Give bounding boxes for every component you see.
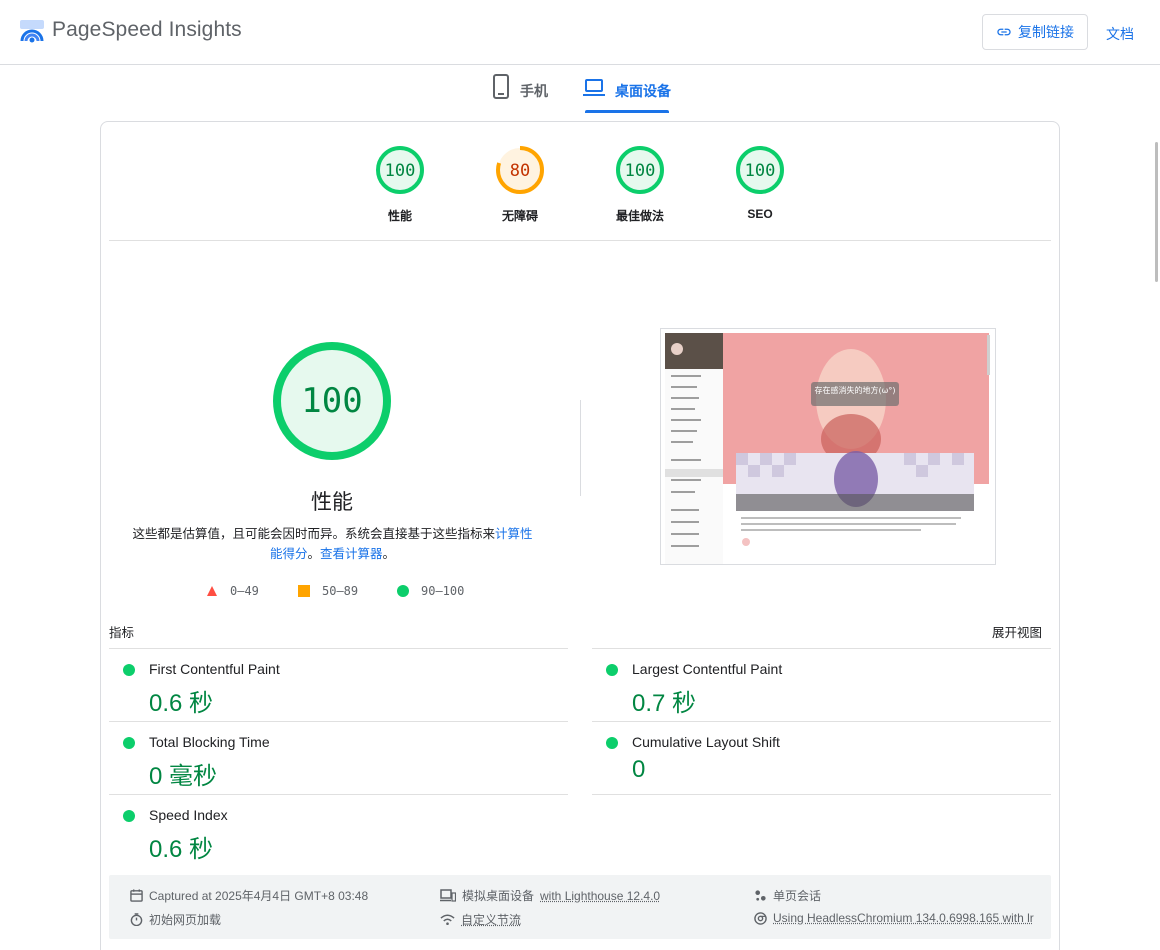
tab-mobile[interactable]: 手机 — [492, 74, 548, 114]
performance-description: 这些都是估算值，且可能会因时而异。系统会直接基于这些指标来计算性能得分。查看计算… — [130, 524, 535, 564]
performance-gauge-large: 100 — [272, 341, 392, 461]
active-tab-indicator — [585, 110, 669, 113]
metric-speed-index: Speed Index 0.6 秒 — [109, 794, 568, 867]
square-icon — [298, 585, 310, 597]
page-scrollbar[interactable] — [1155, 142, 1158, 282]
lighthouse-version-link[interactable]: with Lighthouse 12.4.0 — [540, 889, 660, 903]
legend-range: 0–49 — [230, 584, 259, 598]
gauge-label: 无障碍 — [470, 207, 570, 224]
desc-text: 这些都是估算值，且可能会因时而异。系统会直接基于这些指标来 — [132, 527, 495, 541]
emulation-info: 模拟桌面设备 with Lighthouse 12.4.0 — [440, 887, 660, 904]
metric-tbt: Total Blocking Time 0 毫秒 — [109, 721, 568, 794]
gauge-score: 100 — [745, 161, 776, 181]
expand-view-toggle[interactable]: 展开视图 — [992, 622, 1042, 641]
captured-text: Captured at 2025年4月4日 GMT+8 03:48 — [149, 887, 368, 904]
gauge-label: 性能 — [350, 207, 450, 224]
session-info: 单页会话 — [754, 887, 821, 904]
gauge-score: 100 — [625, 161, 656, 181]
browser-version-link[interactable]: Using HeadlessChromium 134.0.6998.165 wi… — [773, 911, 1034, 925]
metric-value: 0 毫秒 — [149, 756, 217, 791]
gauge-score: 80 — [510, 161, 530, 181]
desc-mid: 。 — [307, 547, 320, 561]
metrics-heading: 指标 — [109, 622, 134, 641]
legend-range: 50–89 — [322, 584, 358, 598]
tab-desktop[interactable]: 桌面设备 — [583, 74, 671, 114]
legend-pass: 90–100 — [397, 584, 464, 598]
gauge-label: 最佳做法 — [590, 207, 690, 224]
emulation-text: 模拟桌面设备 — [462, 887, 534, 904]
link-icon — [996, 24, 1012, 40]
legend-range: 90–100 — [421, 584, 464, 598]
section-divider — [109, 240, 1051, 241]
gauge-accessibility[interactable]: 80 无障碍 — [470, 145, 570, 224]
screenshot-image: 存在感消失的地方(ω°) — [661, 329, 996, 565]
metric-name: First Contentful Paint — [149, 661, 280, 677]
timer-icon — [130, 913, 143, 926]
metric-value: 0 — [632, 756, 645, 784]
pass-circle-icon — [606, 737, 618, 749]
legend-fail: 0–49 — [206, 584, 259, 598]
gauge-score: 100 — [385, 161, 416, 181]
circle-icon — [397, 585, 409, 597]
metric-fcp: First Contentful Paint 0.6 秒 — [109, 648, 568, 721]
metric-name: Largest Contentful Paint — [632, 661, 782, 677]
final-screenshot[interactable]: 存在感消失的地方(ω°) — [660, 328, 996, 565]
initial-load-text: 初始网页加载 — [149, 911, 221, 928]
pagespeed-logo-icon[interactable] — [19, 19, 45, 43]
gauge-best-practices[interactable]: 100 最佳做法 — [590, 145, 690, 224]
throttling-info: 自定义节流 — [440, 911, 521, 928]
metric-name: Cumulative Layout Shift — [632, 734, 780, 750]
view-calculator-link[interactable]: 查看计算器 — [320, 547, 383, 561]
captured-info: Captured at 2025年4月4日 GMT+8 03:48 — [130, 887, 368, 904]
metric-name: Speed Index — [149, 807, 228, 823]
session-text: 单页会话 — [773, 887, 821, 904]
metric-cls: Cumulative Layout Shift 0 — [592, 721, 1051, 794]
gauge-label: SEO — [710, 207, 810, 221]
devices-icon — [440, 889, 456, 902]
session-icon — [754, 889, 767, 902]
performance-score: 100 — [301, 381, 362, 421]
brand-title[interactable]: PageSpeed Insights — [52, 18, 242, 42]
chrome-icon — [754, 912, 767, 925]
copy-link-label: 复制链接 — [1018, 22, 1074, 42]
gauge-ring: 100 — [375, 145, 425, 195]
gauge-performance[interactable]: 100 性能 — [350, 145, 450, 224]
docs-link[interactable]: 文档 — [1106, 24, 1134, 44]
metric-lcp: Largest Contentful Paint 0.7 秒 — [592, 648, 1051, 721]
pass-circle-icon — [123, 810, 135, 822]
copy-link-button[interactable]: 复制链接 — [982, 14, 1088, 50]
metric-value: 0.6 秒 — [149, 683, 213, 718]
metric-name: Total Blocking Time — [149, 734, 270, 750]
wifi-icon — [440, 913, 455, 926]
tab-mobile-label: 手机 — [520, 81, 548, 101]
metric-value: 0.6 秒 — [149, 829, 213, 864]
tab-desktop-label: 桌面设备 — [615, 81, 671, 101]
laptop-icon — [583, 77, 605, 99]
gauge-ring: 100 — [615, 145, 665, 195]
pass-circle-icon — [123, 737, 135, 749]
calendar-icon — [130, 889, 143, 902]
throttling-link[interactable]: 自定义节流 — [461, 911, 521, 928]
gauge-seo[interactable]: 100 SEO — [710, 145, 810, 221]
runtime-settings — [109, 875, 1051, 939]
initial-load-info: 初始网页加载 — [130, 911, 221, 928]
gauge-ring: 100 — [735, 145, 785, 195]
triangle-icon — [206, 585, 218, 597]
vertical-divider — [580, 400, 581, 496]
legend-average: 50–89 — [298, 584, 358, 598]
metric-value: 0.7 秒 — [632, 683, 696, 718]
gauge-ring: 80 — [495, 145, 545, 195]
browser-info: Using HeadlessChromium 134.0.6998.165 wi… — [754, 911, 1036, 925]
desc-end: 。 — [383, 547, 396, 561]
thumbnail-banner: 存在感消失的地方(ω°) — [815, 385, 896, 395]
top-bar: PageSpeed Insights 复制链接 文档 — [0, 0, 1160, 65]
pass-circle-icon — [123, 664, 135, 676]
performance-title: 性能 — [232, 486, 432, 516]
metric-row-divider — [592, 794, 1051, 795]
pass-circle-icon — [606, 664, 618, 676]
phone-icon — [492, 74, 510, 100]
